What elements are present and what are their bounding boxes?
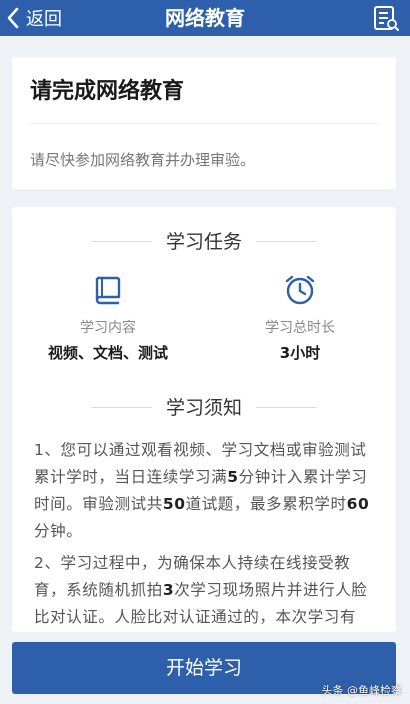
task-section-heading: 学习任务 [12, 227, 396, 257]
notice-heading-text: 学习须知 [165, 397, 242, 419]
divider [256, 407, 316, 408]
task-heading-text: 学习任务 [165, 231, 242, 253]
chevron-left-icon [7, 7, 19, 29]
status-card: 请完成网络教育 请尽快参加网络教育并办理审验。 [12, 57, 396, 189]
document-list-icon [374, 6, 399, 31]
task-value: 3小时 [279, 344, 321, 362]
study-info-card: 学习任务 学习内容 视频、文档、测试 学习总时长 3小时 学习须知 1、您可以通… [12, 207, 396, 632]
task-value: 视频、文档、测试 [47, 344, 168, 362]
divider [256, 241, 316, 242]
notice-section-heading: 学习须知 [12, 393, 396, 423]
notice-paragraph-1: 1、您可以通过观看视频、学习文档或审验测试累计学时，当日连续学习满5分钟计入累计… [34, 441, 370, 540]
notice-paragraph-2: 2、学习过程中，为确保本人持续在线接受教育，系统随机抓拍3次学习现场照片并进行人… [34, 554, 368, 626]
book-icon [95, 276, 121, 305]
nav-bar: 返回 网络教育 [0, 0, 410, 36]
task-item-content: 学习内容 视频、文档、测试 [12, 273, 204, 363]
back-label: 返回 [26, 9, 62, 30]
task-item-duration: 学习总时长 3小时 [204, 273, 396, 363]
menu-button[interactable] [372, 4, 400, 32]
back-button[interactable]: 返回 [6, 4, 62, 32]
task-label: 学习总时长 [265, 320, 335, 336]
status-description: 请尽快参加网络教育并办理审验。 [30, 151, 256, 169]
task-label: 学习内容 [80, 320, 136, 336]
divider [30, 123, 378, 124]
watermark: 头条 @鱼峰检察 [321, 684, 403, 697]
alarm-clock-icon [285, 275, 315, 305]
status-title: 请完成网络教育 [30, 79, 185, 104]
